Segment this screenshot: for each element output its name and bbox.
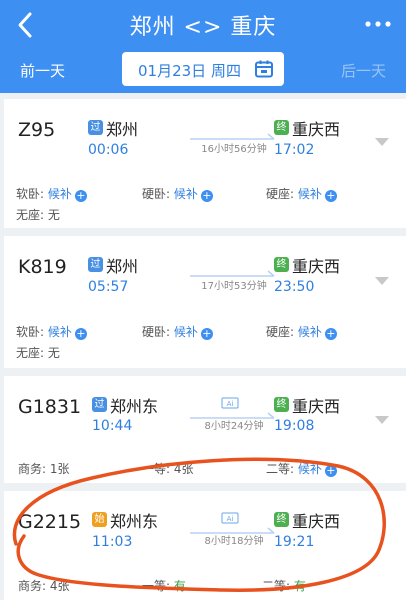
seat-hard-sleeper[interactable]: 硬卧: 候补 + <box>142 185 213 202</box>
expand-chevron-icon[interactable] <box>374 132 390 146</box>
route-title: 郑州 <> 重庆 <box>129 15 277 40</box>
route-arrow-icon <box>190 520 276 534</box>
terminal-badge: 终 <box>274 397 289 412</box>
train-card-g1831[interactable]: G1831 过 郑州东 10:44 Ai 8小时24分钟 终 重庆西 19:08… <box>4 376 406 483</box>
arrival-time: 17:02 <box>274 142 315 158</box>
origin-badge: 始 <box>92 512 107 527</box>
seat-business[interactable]: 商务: 1张 <box>18 460 70 477</box>
train-card-g2215[interactable]: G2215 始 郑州东 11:03 Ai 8小时18分钟 终 重庆西 19:21… <box>4 491 406 600</box>
train-number: K819 <box>18 256 67 278</box>
train-number: Z95 <box>18 119 56 141</box>
plus-icon: + <box>74 189 87 202</box>
terminal-badge: 终 <box>274 257 289 272</box>
departure-time: 10:44 <box>92 418 133 434</box>
terminal-badge: 终 <box>274 120 289 135</box>
pass-through-badge: 过 <box>92 397 107 412</box>
more-dots-icon <box>365 21 391 27</box>
plus-icon: + <box>324 327 337 340</box>
plus-icon: + <box>324 189 337 202</box>
terminal-badge: 终 <box>274 512 289 527</box>
next-day-button[interactable]: 后一天 <box>341 60 386 81</box>
departure-station: 郑州东 <box>110 512 159 531</box>
departure-station: 郑州 <box>106 257 139 276</box>
seat-hard-seat[interactable]: 硬座: 候补 + <box>266 323 337 340</box>
departure-station: 郑州 <box>106 120 139 139</box>
travel-duration: 8小时18分钟 <box>204 536 264 547</box>
seat-first-class[interactable]: 一等: 有 <box>142 577 186 594</box>
train-card-z95[interactable]: Z95 过 郑州 00:06 16小时56分钟 终 重庆西 17:02 软卧: … <box>4 99 406 228</box>
date-picker[interactable]: 01月23日 周四 <box>122 52 284 86</box>
seat-standing: 无座: 无 <box>16 208 60 222</box>
route-arrow-icon <box>190 263 276 277</box>
plus-icon: + <box>74 327 87 340</box>
departure-time: 11:03 <box>92 534 133 550</box>
travel-duration: 16小时56分钟 <box>201 144 267 155</box>
more-menu-button[interactable] <box>364 14 392 34</box>
date-label: 01月23日 周四 <box>138 62 241 80</box>
arrival-station: 重庆西 <box>292 120 341 139</box>
travel-duration: 17小时53分钟 <box>201 281 267 292</box>
pass-through-badge: 过 <box>88 120 103 135</box>
departure-station: 郑州东 <box>110 397 159 416</box>
seat-standing: 无座: 无 <box>16 346 60 360</box>
train-card-k819[interactable]: K819 过 郑州 05:57 17小时53分钟 终 重庆西 23:50 软卧:… <box>4 236 406 368</box>
expand-chevron-icon[interactable] <box>374 410 390 424</box>
arrival-station: 重庆西 <box>292 257 341 276</box>
train-number: G2215 <box>18 511 82 533</box>
seat-soft-sleeper[interactable]: 软卧: 候补 + <box>16 323 87 340</box>
seat-business[interactable]: 商务: 4张 <box>18 577 70 594</box>
departure-time: 05:57 <box>88 279 129 295</box>
expand-chevron-icon[interactable] <box>374 271 390 285</box>
plus-icon: + <box>200 327 213 340</box>
departure-time: 00:06 <box>88 142 129 158</box>
arrival-time: 19:21 <box>274 534 315 550</box>
arrival-station: 重庆西 <box>292 512 341 531</box>
train-number: G1831 <box>18 396 82 418</box>
top-bar: 郑州 <> 重庆 前一天 01月23日 周四 后一天 <box>0 0 406 93</box>
route-arrow-icon <box>190 405 276 419</box>
seat-hard-seat[interactable]: 硬座: 候补 + <box>266 185 337 202</box>
seat-first-class[interactable]: 一等: 4张 <box>142 460 194 477</box>
arrival-time: 19:08 <box>274 418 315 434</box>
arrival-time: 23:50 <box>274 279 315 295</box>
prev-day-button[interactable]: 前一天 <box>20 60 65 81</box>
calendar-icon <box>254 59 274 79</box>
seat-second-class[interactable]: 二等: 候补 + <box>266 460 337 477</box>
arrival-station: 重庆西 <box>292 397 341 416</box>
plus-icon: + <box>324 464 337 477</box>
seat-second-class[interactable]: 二等: 有 <box>262 577 306 594</box>
plus-icon: + <box>200 189 213 202</box>
travel-duration: 8小时24分钟 <box>204 421 264 432</box>
pass-through-badge: 过 <box>88 257 103 272</box>
seat-hard-sleeper[interactable]: 硬卧: 候补 + <box>142 323 213 340</box>
route-arrow-icon <box>190 126 276 140</box>
seat-soft-sleeper[interactable]: 软卧: 候补 + <box>16 185 87 202</box>
